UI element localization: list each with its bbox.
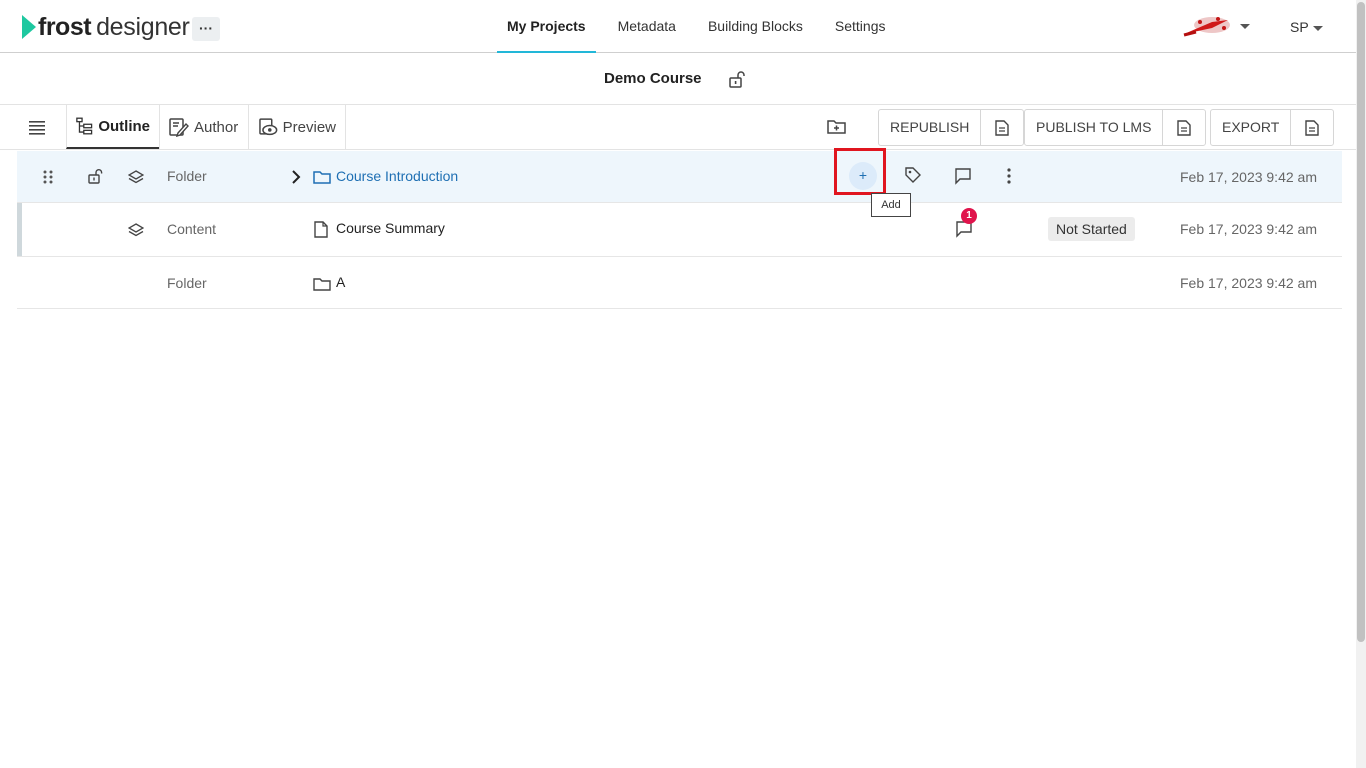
course-toolbar: Outline Author Preview REPUBLISH PUBLISH… <box>0 105 1356 150</box>
tab-author-label: Author <box>194 118 239 136</box>
tab-preview-label: Preview <box>282 118 336 136</box>
publish-lms-log-button[interactable] <box>1163 110 1205 145</box>
tab-author[interactable]: Author <box>159 105 248 149</box>
nav-settings[interactable]: Settings <box>825 0 896 53</box>
export-button-group: EXPORT <box>1210 109 1335 146</box>
nav-building-blocks[interactable]: Building Blocks <box>698 0 813 53</box>
add-button-highlight <box>834 148 886 195</box>
republish-button-group: REPUBLISH <box>878 109 1025 146</box>
nav-my-projects[interactable]: My Projects <box>497 0 596 53</box>
frost-designer-logo[interactable]: frost designer <box>22 12 190 42</box>
tab-outline-label: Outline <box>98 117 150 135</box>
folder-icon <box>313 278 331 291</box>
folder-icon <box>313 171 331 184</box>
publish-lms-button-group: PUBLISH TO LMS <box>1024 109 1207 146</box>
more-menu-button[interactable]: ··· <box>192 17 220 41</box>
row-name-link[interactable]: Course Summary <box>336 220 445 236</box>
org-dropdown-chevron-icon[interactable] <box>1240 24 1250 29</box>
row-type-label: Folder <box>167 275 207 291</box>
row-type-label: Folder <box>167 168 207 184</box>
tab-outline[interactable]: Outline <box>66 105 159 149</box>
publish-to-lms-button[interactable]: PUBLISH TO LMS <box>1025 110 1164 145</box>
document-icon <box>1177 119 1192 136</box>
preview-eye-icon <box>259 118 278 136</box>
course-title: Demo Course <box>604 70 702 87</box>
drag-handle-icon[interactable] <box>43 169 53 185</box>
nav-metadata[interactable]: Metadata <box>608 0 686 53</box>
row-type-label: Content <box>167 221 217 237</box>
outline-row-course-summary[interactable]: Content Course Summary 1 Not Started Feb… <box>17 203 1342 257</box>
republish-button[interactable]: REPUBLISH <box>879 110 982 145</box>
outline-row-course-introduction[interactable]: Folder Course Introduction + Feb 17, 202… <box>17 151 1342 203</box>
document-icon <box>995 119 1010 136</box>
tag-icon[interactable] <box>904 166 922 184</box>
hamburger-menu-icon[interactable] <box>28 118 46 136</box>
kebab-menu-icon[interactable] <box>1006 168 1012 184</box>
organization-logo-icon[interactable] <box>1182 14 1234 38</box>
outline-row-a[interactable]: Folder A Feb 17, 2023 9:42 am <box>17 257 1342 309</box>
user-dropdown-chevron-icon[interactable] <box>1313 26 1323 31</box>
document-icon <box>314 221 328 238</box>
add-tooltip: Add <box>871 193 911 217</box>
course-title-bar: Demo Course <box>0 53 1356 105</box>
row-date: Feb 17, 2023 9:42 am <box>1180 275 1317 291</box>
page-scrollbar[interactable] <box>1356 0 1366 768</box>
tab-preview[interactable]: Preview <box>248 105 346 149</box>
scrollbar-thumb[interactable] <box>1357 2 1365 642</box>
row-accent-bar <box>17 203 22 256</box>
layers-icon[interactable] <box>128 169 144 185</box>
row-name-link[interactable]: Course Introduction <box>336 168 458 184</box>
status-badge: Not Started <box>1048 217 1135 241</box>
main-nav: My Projects Metadata Building Blocks Set… <box>497 0 908 53</box>
export-button[interactable]: EXPORT <box>1211 110 1292 145</box>
logo-chevron-icon <box>22 15 36 39</box>
user-menu-label[interactable]: SP <box>1290 19 1309 35</box>
comment-with-badge[interactable]: 1 <box>955 208 977 240</box>
layers-icon[interactable] <box>128 222 144 238</box>
row-date: Feb 17, 2023 9:42 am <box>1180 221 1317 237</box>
export-log-button[interactable] <box>1291 110 1333 145</box>
row-date: Feb 17, 2023 9:42 am <box>1180 169 1317 185</box>
top-navigation-bar: frost designer ··· My Projects Metadata … <box>0 0 1356 53</box>
republish-log-button[interactable] <box>981 110 1023 145</box>
chevron-right-icon[interactable] <box>291 170 301 184</box>
author-edit-icon <box>169 118 189 137</box>
document-icon <box>1305 119 1320 136</box>
logo-frost-text: frost <box>38 12 92 41</box>
unlock-icon[interactable] <box>88 168 104 184</box>
add-folder-icon[interactable] <box>826 117 848 137</box>
unlock-icon[interactable] <box>728 70 746 88</box>
comment-count-badge: 1 <box>961 208 977 224</box>
comment-icon[interactable] <box>954 167 972 185</box>
row-name-link[interactable]: A <box>336 274 345 290</box>
logo-designer-text: designer <box>96 12 190 41</box>
outline-tree-icon <box>76 117 93 135</box>
